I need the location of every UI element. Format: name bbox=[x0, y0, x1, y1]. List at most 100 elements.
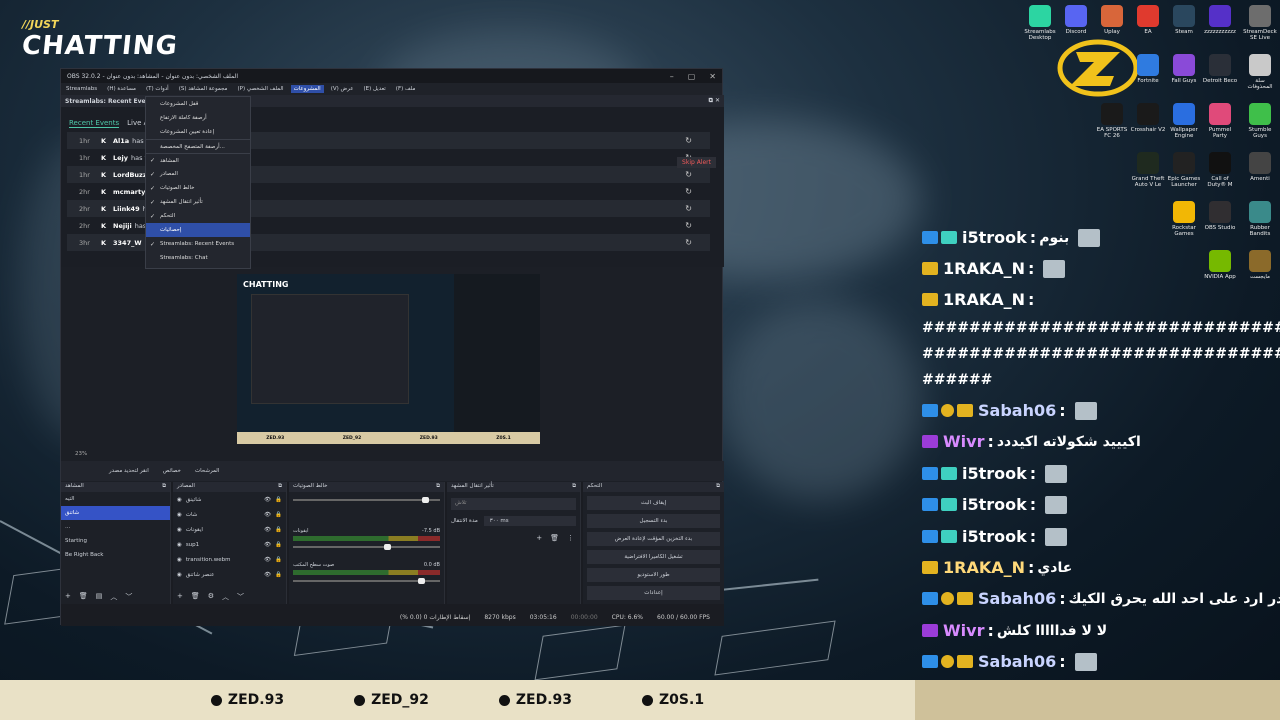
visibility-icon[interactable]: 👁 bbox=[264, 542, 271, 548]
add-scene-icon[interactable]: + bbox=[65, 592, 71, 602]
remove-scene-icon[interactable]: 🗑 bbox=[79, 592, 88, 602]
source-settings-icon[interactable]: ⚙ bbox=[208, 592, 214, 602]
control-button[interactable]: بدء التخزين المؤقت لإعادة العرض bbox=[587, 532, 720, 546]
replay-icon[interactable]: ↻ bbox=[685, 136, 692, 145]
source-item[interactable]: ◉ ايقونات 👁 🔒 bbox=[173, 522, 286, 537]
chat-username[interactable]: 1RAKA_N bbox=[943, 290, 1025, 309]
dock-float-icon[interactable]: ⧉ bbox=[436, 483, 440, 491]
desktop-icon[interactable]: Pummel Party bbox=[1202, 103, 1238, 139]
desktop-icon[interactable]: Streamlabs Desktop bbox=[1022, 5, 1058, 41]
zoom-level[interactable]: 23% bbox=[75, 451, 87, 457]
lock-icon[interactable]: 🔒 bbox=[275, 497, 282, 503]
desktop-icon[interactable]: Fall Guys bbox=[1166, 54, 1202, 84]
chat-username[interactable]: i5trook bbox=[962, 495, 1027, 514]
float-icon[interactable]: ⧉ bbox=[709, 97, 713, 104]
scene-item[interactable]: Starting bbox=[61, 534, 170, 548]
transition-duration-input[interactable]: ٣٠٠ ms bbox=[483, 516, 576, 526]
replay-icon[interactable]: ↻ bbox=[685, 238, 692, 247]
chat-username[interactable]: Sabah06 bbox=[978, 652, 1056, 671]
visibility-icon[interactable]: 👁 bbox=[264, 497, 271, 503]
remove-transition-icon[interactable]: 🗑 bbox=[550, 534, 559, 542]
control-button[interactable]: إعدادات bbox=[587, 586, 720, 600]
obs-preview[interactable]: CHATTING ZED.93 ZED_92 ZED.93 Z0S.1 bbox=[237, 274, 540, 444]
desktop-icon[interactable]: Crosshair V2 bbox=[1130, 103, 1166, 133]
menu-option[interactable]: أرصفة المتصفح المخصصة... bbox=[146, 139, 250, 153]
skip-alert-button[interactable]: Skip Alert bbox=[677, 157, 716, 168]
control-button[interactable]: تشغيل الكاميرا الافتراضية bbox=[587, 550, 720, 564]
maximize-icon[interactable]: ▢ bbox=[688, 72, 696, 81]
menu-item[interactable]: تعديل (E) bbox=[360, 85, 388, 93]
chat-username[interactable]: Sabah06 bbox=[978, 589, 1056, 608]
source-item[interactable]: ◉ عنصر شاتنق 👁 🔒 bbox=[173, 567, 286, 582]
desktop-icon[interactable]: Wallpaper Engine bbox=[1166, 103, 1202, 139]
properties-button[interactable]: خصائص bbox=[163, 468, 181, 474]
lock-icon[interactable]: 🔒 bbox=[275, 557, 282, 563]
control-button[interactable]: إيقاف البث bbox=[587, 496, 720, 510]
menu-item[interactable]: الملف الشخصي (P) bbox=[235, 85, 287, 93]
visibility-icon[interactable]: 👁 bbox=[264, 557, 271, 563]
add-transition-icon[interactable]: + bbox=[536, 534, 542, 542]
desktop-icon[interactable]: EA SPORTS FC 26 bbox=[1094, 103, 1130, 139]
desktop-icon[interactable]: Detroit Beco bbox=[1202, 54, 1238, 84]
menu-option[interactable]: ✓ Streamlabs: Recent Events bbox=[146, 237, 250, 251]
menu-option[interactable]: ✓ المصادر bbox=[146, 167, 250, 181]
move-up-icon[interactable]: ︿ bbox=[222, 592, 229, 602]
dock-float-icon[interactable]: ⧉ bbox=[572, 483, 576, 491]
visibility-icon[interactable]: 👁 bbox=[264, 527, 271, 533]
source-item[interactable]: ◉ شات 👁 🔒 bbox=[173, 507, 286, 522]
visibility-icon[interactable]: 👁 bbox=[264, 572, 271, 578]
lock-icon[interactable]: 🔒 bbox=[275, 572, 282, 578]
desktop-icon[interactable]: Steam bbox=[1166, 5, 1202, 35]
control-button[interactable]: بدء التسجيل bbox=[587, 514, 720, 528]
menu-item[interactable]: مساعدة (H) bbox=[104, 85, 139, 93]
lock-icon[interactable]: 🔒 bbox=[275, 527, 282, 533]
desktop-icon[interactable]: Grand Theft Auto V Le bbox=[1130, 152, 1166, 188]
desktop-icon[interactable]: Call of Duty® M bbox=[1202, 152, 1238, 188]
chat-username[interactable]: 1RAKA_N bbox=[943, 558, 1025, 577]
source-item[interactable]: ◉ شاتينق 👁 🔒 bbox=[173, 492, 286, 507]
chat-username[interactable]: Wivr bbox=[943, 621, 984, 640]
replay-icon[interactable]: ↻ bbox=[685, 204, 692, 213]
replay-icon[interactable]: ↻ bbox=[685, 221, 692, 230]
move-up-icon[interactable]: ︿ bbox=[110, 592, 117, 602]
menu-option[interactable]: Streamlabs: Chat bbox=[146, 251, 250, 265]
scene-item[interactable]: شاتنق bbox=[61, 506, 170, 520]
desktop-icon[interactable]: Discord bbox=[1058, 5, 1094, 35]
move-down-icon[interactable]: ﹀ bbox=[237, 592, 244, 602]
menu-option[interactable]: إحصائيات bbox=[146, 223, 250, 237]
scene-item[interactable]: التيه bbox=[61, 492, 170, 506]
menu-option[interactable]: ✓ التحكم bbox=[146, 209, 250, 223]
menu-item[interactable]: المشروعات bbox=[290, 85, 324, 93]
volume-slider[interactable] bbox=[293, 544, 440, 550]
chat-username[interactable]: i5trook bbox=[962, 464, 1027, 483]
desktop-icon[interactable]: EA bbox=[1130, 5, 1166, 35]
minimize-icon[interactable]: – bbox=[670, 72, 674, 81]
replay-icon[interactable]: ↻ bbox=[685, 187, 692, 196]
scene-item[interactable]: Be Right Back bbox=[61, 548, 170, 562]
menu-item[interactable]: Streamlabs bbox=[63, 85, 100, 93]
lock-icon[interactable]: 🔒 bbox=[275, 542, 282, 548]
desktop-icon[interactable]: Amenti bbox=[1242, 152, 1278, 182]
source-item[interactable]: ◉ transition.webm 👁 🔒 bbox=[173, 552, 286, 567]
menu-option[interactable]: إعادة تعيين المشروعات bbox=[146, 125, 250, 139]
menu-option[interactable]: ✓ خالط الصوتيات bbox=[146, 181, 250, 195]
dock-close-icon[interactable]: ✕ bbox=[715, 97, 720, 104]
chat-username[interactable]: i5trook bbox=[962, 527, 1027, 546]
chat-username[interactable]: 1RAKA_N bbox=[943, 259, 1025, 278]
remove-source-icon[interactable]: 🗑 bbox=[191, 592, 200, 602]
replay-icon[interactable]: ↻ bbox=[685, 170, 692, 179]
desktop-icon[interactable]: Fortnite bbox=[1130, 54, 1166, 84]
move-down-icon[interactable]: ﹀ bbox=[125, 592, 132, 602]
chat-username[interactable]: Sabah06 bbox=[978, 401, 1056, 420]
chat-username[interactable]: Wivr bbox=[943, 432, 984, 451]
tab-recent-events[interactable]: Recent Events bbox=[69, 119, 120, 128]
scene-item[interactable]: ... bbox=[61, 520, 170, 534]
volume-slider[interactable] bbox=[293, 578, 440, 584]
volume-slider[interactable] bbox=[293, 497, 440, 503]
dock-float-icon[interactable]: ⧉ bbox=[278, 483, 282, 491]
menu-item[interactable]: ملف (F) bbox=[393, 85, 419, 93]
desktop-icon[interactable]: Epic Games Launcher bbox=[1166, 152, 1202, 188]
desktop-icon[interactable]: Uplay bbox=[1094, 5, 1130, 35]
menu-item[interactable]: عرض (V) bbox=[328, 85, 357, 93]
visibility-icon[interactable]: 👁 bbox=[264, 512, 271, 518]
